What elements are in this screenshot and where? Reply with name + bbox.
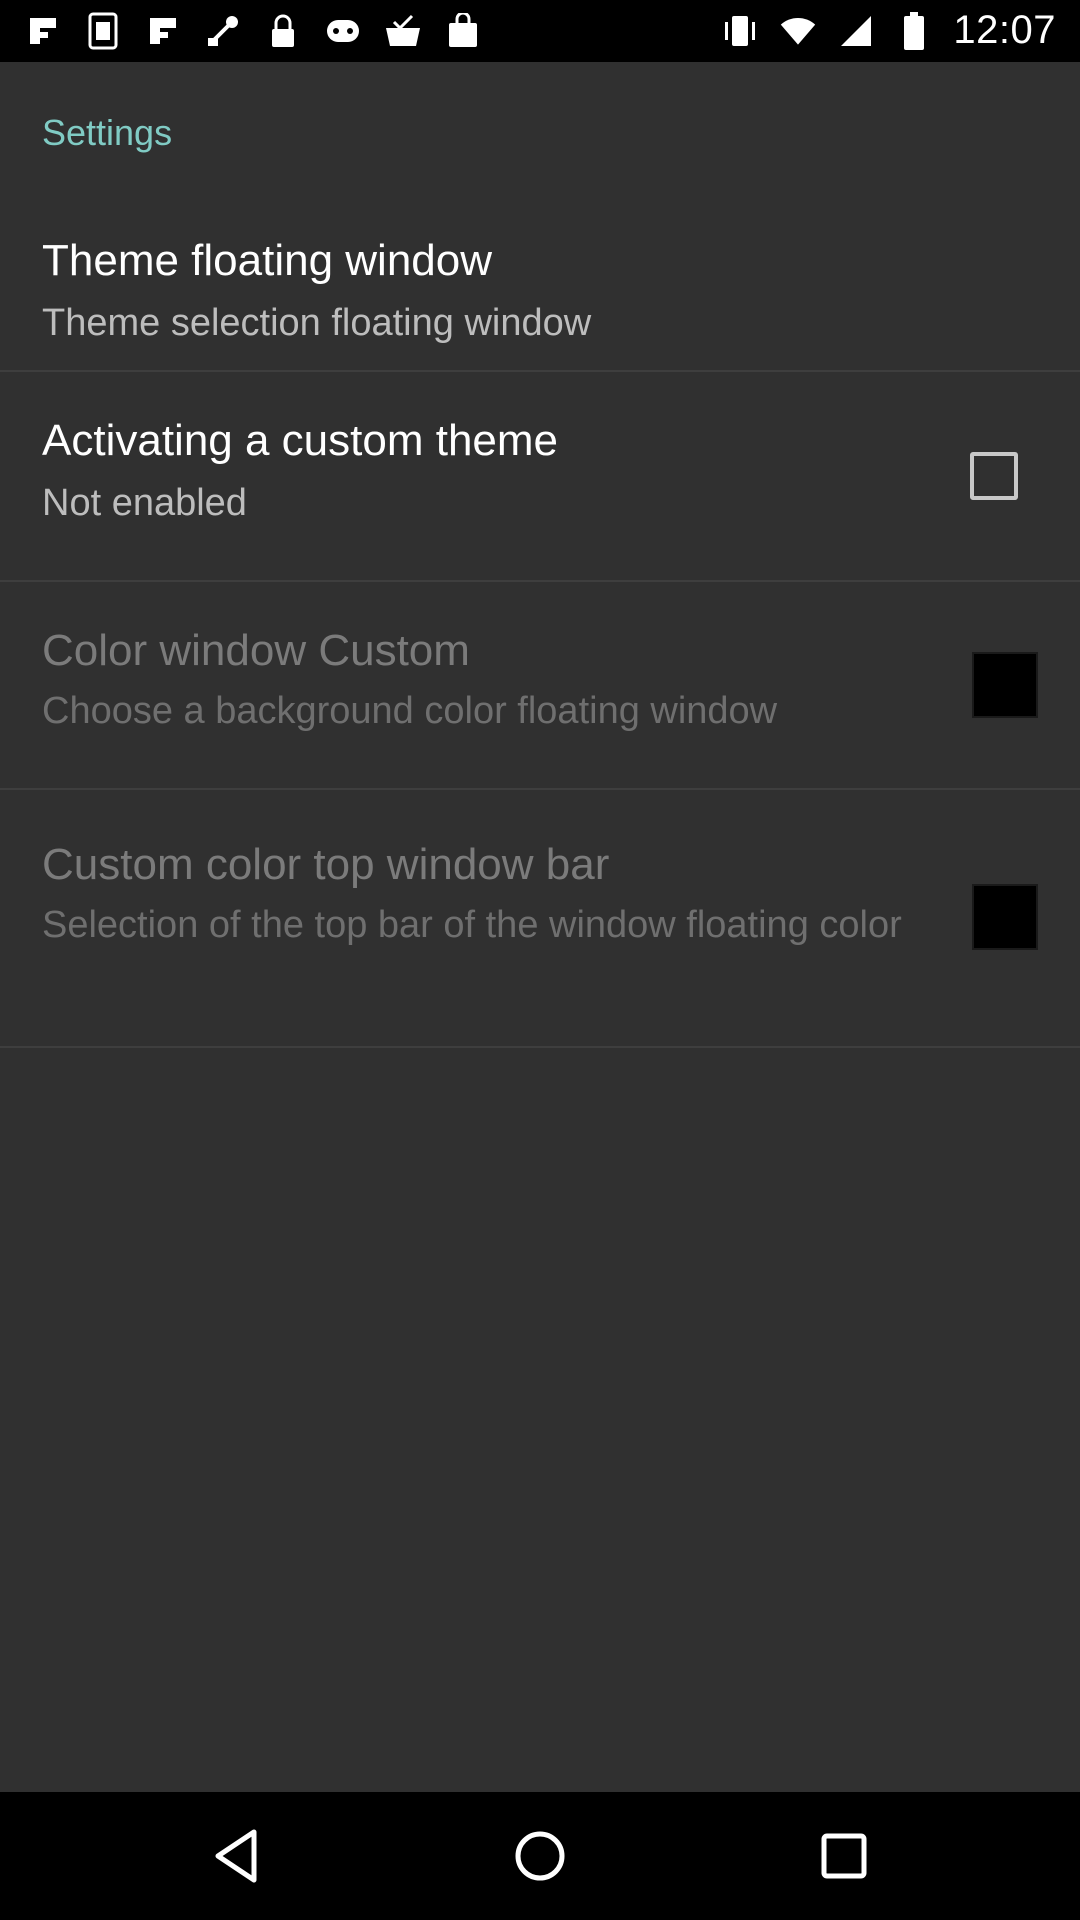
pref-activating-custom-theme[interactable]: Activating a custom theme Not enabled: [0, 372, 1080, 582]
pref-summary: Not enabled: [42, 482, 247, 524]
pref-title: Color window Custom: [42, 626, 470, 675]
fake-gps-icon: [204, 12, 242, 50]
custom-theme-checkbox[interactable]: [970, 452, 1018, 500]
pref-title: Custom color top window bar: [42, 840, 610, 889]
game-icon: [324, 12, 362, 50]
pref-summary: Choose a background color floating windo…: [42, 690, 778, 732]
home-icon[interactable]: [500, 1816, 580, 1896]
system-icons: 12:07: [721, 8, 1056, 53]
recents-icon[interactable]: [804, 1816, 884, 1896]
navigation-bar: [0, 1792, 1080, 1920]
signal-icon: [837, 12, 875, 50]
battery-icon: [895, 11, 933, 50]
status-bar: 12:07: [0, 0, 1080, 62]
settings-screen: Settings Theme floating window Theme sel…: [0, 62, 1080, 1792]
task-done-icon: [384, 12, 422, 50]
pref-summary: Selection of the top bar of the window f…: [42, 904, 902, 946]
notification-icons: [24, 12, 482, 50]
vibrate-icon: [721, 12, 759, 50]
pref-theme-floating-window[interactable]: Theme floating window Theme selection fl…: [0, 208, 1080, 372]
pref-title: Activating a custom theme: [42, 416, 559, 465]
sim-toolkit-icon: [84, 12, 122, 50]
notification-icon: [24, 12, 62, 50]
back-icon[interactable]: [196, 1816, 276, 1896]
top-bar-color-swatch[interactable]: [972, 884, 1038, 950]
wifi-icon: [779, 12, 817, 50]
background-color-swatch[interactable]: [972, 652, 1038, 718]
pref-color-window-custom[interactable]: Color window Custom Choose a background …: [0, 582, 1080, 790]
pref-title: Theme floating window: [42, 236, 493, 285]
notification-icon: [144, 12, 182, 50]
pref-summary: Theme selection floating window: [42, 302, 592, 344]
pref-custom-color-top-bar[interactable]: Custom color top window bar Selection of…: [0, 790, 1080, 1048]
clock: 12:07: [953, 8, 1056, 52]
lock-icon: [264, 12, 302, 50]
category-title: Settings: [42, 112, 173, 153]
bag-icon: [444, 12, 482, 50]
